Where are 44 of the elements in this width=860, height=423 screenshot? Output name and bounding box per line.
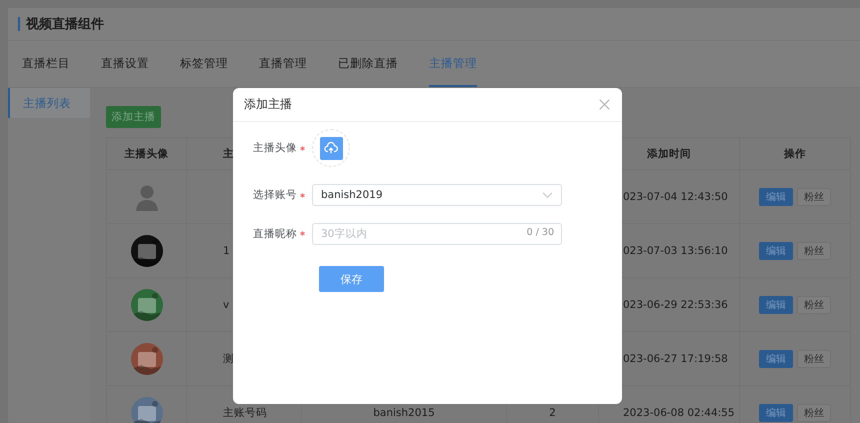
cloud-upload-icon (324, 141, 338, 155)
fans-button[interactable]: 粉丝 (797, 242, 831, 260)
table-cell: 2 (549, 406, 556, 418)
fans-button[interactable]: 粉丝 (797, 404, 831, 422)
page-title: 视频直播组件 (26, 16, 104, 33)
fans-button[interactable]: 粉丝 (797, 296, 831, 314)
sidebar-item[interactable]: 主播列表 (8, 88, 90, 118)
tab[interactable]: 直播管理 (259, 41, 307, 87)
fans-button[interactable]: 粉丝 (797, 188, 831, 206)
edit-button[interactable]: 编辑 (759, 350, 793, 368)
tab[interactable]: 标签管理 (180, 41, 228, 87)
upload-button[interactable] (320, 136, 342, 160)
tab[interactable]: 已删除直播 (338, 41, 398, 87)
edit-button[interactable]: 编辑 (759, 242, 793, 260)
column-header: 主播头像 (124, 146, 168, 160)
tab[interactable]: 直播设置 (101, 41, 149, 87)
account-select[interactable]: banish2019 (312, 184, 562, 206)
column-header: 操作 (784, 146, 806, 160)
table-cell: 主账号码 (223, 406, 267, 420)
table-cell: 023-07-04 12:43:50 (623, 190, 728, 202)
column-header: 添加时间 (647, 146, 691, 160)
table-cell: 023-06-27 17:19:58 (623, 352, 728, 364)
fans-button[interactable]: 粉丝 (797, 350, 831, 368)
field-label: 直播昵称 (253, 226, 297, 240)
close-icon[interactable] (599, 99, 610, 110)
add-button[interactable]: 添加主播 (106, 106, 161, 128)
edit-button[interactable]: 编辑 (759, 404, 793, 422)
field-label: 选择账号 (253, 188, 297, 202)
tab[interactable]: 直播栏目 (22, 41, 70, 87)
field-label: 主播头像 (253, 141, 297, 155)
save-button[interactable]: 保存 (319, 266, 384, 292)
dialog-title: 添加主播 (244, 96, 292, 113)
table-cell: 023-07-03 13:56:10 (623, 244, 728, 256)
edit-button[interactable]: 编辑 (759, 188, 793, 206)
table-cell: banish2015 (373, 406, 435, 418)
table-cell: 2023-06-08 02:44:55 (623, 406, 735, 418)
chevron-down-icon (542, 192, 553, 198)
table-cell: 测 (223, 352, 234, 366)
column-header: 主 (223, 146, 234, 160)
character-counter: 0 / 30 (526, 227, 554, 238)
edit-button[interactable]: 编辑 (759, 296, 793, 314)
table-cell: 023-06-29 22:53:36 (623, 298, 728, 310)
table-cell: 1 (223, 244, 230, 256)
table-cell: v (223, 298, 230, 310)
